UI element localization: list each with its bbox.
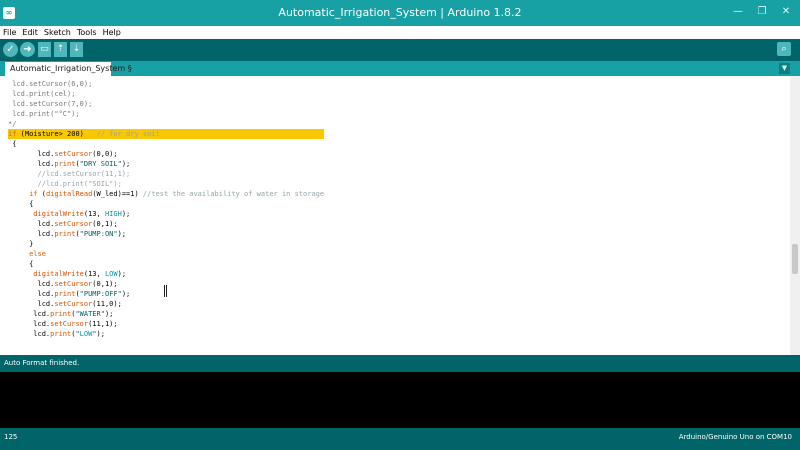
menu-edit[interactable]: Edit	[22, 28, 38, 37]
board-info: Arduino/Genuino Uno on COM10	[678, 433, 792, 441]
menu-sketch[interactable]: Sketch	[44, 28, 71, 37]
close-icon[interactable]: ✕	[780, 6, 792, 18]
code-line[interactable]: {	[8, 199, 324, 209]
code-line[interactable]: lcd.print(cel);	[8, 89, 324, 99]
menu-tools[interactable]: Tools	[77, 28, 97, 37]
code-line[interactable]: //lcd.setCursor(11,1);	[8, 169, 324, 179]
minimize-icon[interactable]: —	[732, 6, 744, 18]
editor-scrollbar[interactable]	[790, 76, 800, 355]
code-line[interactable]: lcd.print("PUMP:ON");	[8, 229, 324, 239]
code-line[interactable]: lcd.setCursor(0,1);	[8, 219, 324, 229]
window-title: Automatic_Irrigation_System | Arduino 1.…	[278, 6, 522, 19]
code-line[interactable]: lcd.setCursor(6,0);	[8, 79, 324, 89]
code-line[interactable]: lcd.print("°C");	[8, 109, 324, 119]
code-line[interactable]: lcd.print("LOW");	[8, 329, 324, 339]
serial-monitor-icon[interactable]: ⌕	[777, 42, 791, 56]
window-controls: — ❐ ✕	[732, 6, 792, 18]
code-line[interactable]: lcd.setCursor(11,1);	[8, 319, 324, 329]
code-line[interactable]: */	[8, 119, 324, 129]
code-text[interactable]: lcd.setCursor(6,0); lcd.print(cel); lcd.…	[8, 79, 325, 339]
maximize-icon[interactable]: ❐	[756, 6, 768, 18]
code-line[interactable]: digitalWrite(13, HIGH);	[8, 209, 324, 219]
menu-bar: File Edit Sketch Tools Help	[0, 26, 800, 39]
footer-bar: 125 Arduino/Genuino Uno on COM10	[0, 428, 800, 450]
code-line[interactable]: {	[8, 259, 324, 269]
new-sketch-icon[interactable]: ▭	[38, 42, 51, 57]
code-line[interactable]: lcd.setCursor(11,0);	[8, 299, 324, 309]
code-line[interactable]: {	[8, 139, 324, 149]
tab-bar: Automatic_Irrigation_System § ▼	[0, 61, 800, 76]
tab-sketch[interactable]: Automatic_Irrigation_System §	[5, 62, 132, 76]
code-editor[interactable]: lcd.setCursor(6,0); lcd.print(cel); lcd.…	[0, 76, 800, 355]
code-line[interactable]: }	[8, 239, 324, 249]
console-output[interactable]	[0, 372, 800, 428]
code-line[interactable]: lcd.print("WATER");	[8, 309, 324, 319]
code-line[interactable]: lcd.setCursor(0,0);	[8, 149, 324, 159]
code-line[interactable]: else	[8, 249, 324, 259]
code-line[interactable]: if (Moisture> 200) // for dry soil	[8, 129, 325, 139]
code-line[interactable]: if (digitalRead(W_led)==1) //test the av…	[8, 189, 324, 199]
status-message: Auto Format finished.	[4, 359, 80, 367]
editor-scroll-thumb[interactable]	[792, 244, 798, 274]
menu-help[interactable]: Help	[103, 28, 121, 37]
tab-menu-chevron-down-icon[interactable]: ▼	[779, 63, 790, 74]
open-icon[interactable]: ⇡	[54, 42, 67, 57]
status-bar: Auto Format finished.	[0, 355, 800, 372]
line-number: 125	[4, 433, 18, 441]
menu-file[interactable]: File	[3, 28, 16, 37]
title-bar: ∞ Automatic_Irrigation_System | Arduino …	[0, 0, 800, 26]
save-icon[interactable]: ⇣	[70, 42, 83, 57]
code-line[interactable]: //lcd.print("SOIL");	[8, 179, 324, 189]
code-line[interactable]: digitalWrite(13, LOW);	[8, 269, 324, 279]
upload-icon[interactable]: ➜	[20, 42, 35, 57]
code-line[interactable]: lcd.setCursor(7,0);	[8, 99, 324, 109]
toolbar: ✓ ➜ ▭ ⇡ ⇣ ⌕	[0, 39, 800, 61]
text-cursor-icon	[164, 285, 167, 297]
verify-icon[interactable]: ✓	[3, 42, 18, 57]
code-line[interactable]: lcd.print("DRY SOIL");	[8, 159, 324, 169]
